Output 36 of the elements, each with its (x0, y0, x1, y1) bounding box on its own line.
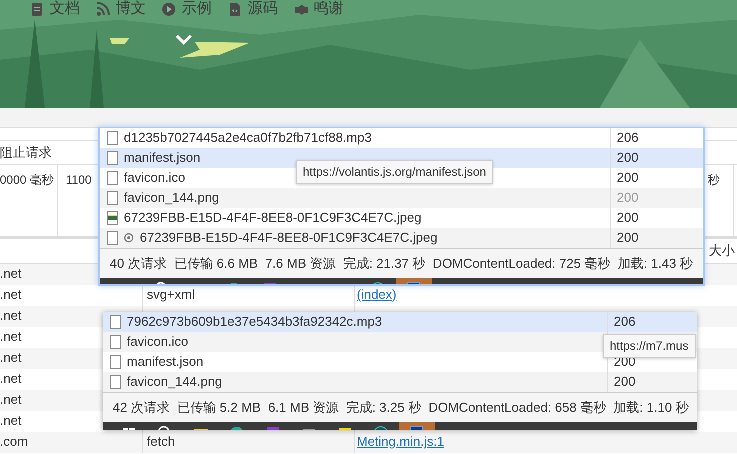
file-name: favicon.ico (127, 333, 188, 352)
status-code: 200 (614, 373, 636, 392)
table-cell: .com (0, 434, 28, 449)
table-cell: fetch (147, 434, 176, 449)
file-name: d1235b7027445a2e4ca0f7b2fb71cf88.mp3 (124, 129, 372, 148)
table-cell: 0000 毫秒 (0, 173, 54, 187)
table-cell: .net (0, 371, 22, 386)
table-cell: .net (0, 413, 22, 428)
file-name: favicon.ico (124, 169, 186, 188)
table-cell: svg+xml (147, 287, 196, 302)
status-code: 206 (614, 313, 636, 332)
table-cell: .net (0, 308, 22, 323)
table-cell: .net (0, 350, 22, 365)
table-cell: .net (0, 392, 22, 407)
table-cell: .net (0, 329, 22, 344)
status-code: 206 (617, 129, 639, 148)
summary-text: 40 次请求 已传输 6.6 MB 7.6 MB 资源 完成: 21.37 秒 DOMContentLoaded: 725 毫秒 加载: 1.43 秒 (110, 254, 694, 273)
summary-text: 42 次请求 已传输 5.2 MB 6.1 MB 资源 完成: 3.25 秒 DOMContentLoaded: 658 毫秒 加载: 1.10 秒 (113, 398, 689, 417)
file-name: 67239FBB-E15D-4F4F-8EE8-0F1C9F3C4E7C.jpeg (124, 209, 422, 228)
table-cell: .net (0, 266, 22, 281)
tooltip: https://volantis.js.org/manifest.json (296, 160, 494, 184)
file-name: manifest.json (127, 353, 204, 372)
file-name: favicon_144.png (127, 373, 222, 392)
status-code: 200 (617, 149, 639, 168)
file-name: manifest.json (124, 149, 201, 168)
table-cell: 1100 (66, 173, 92, 187)
status-code: 200 (617, 209, 639, 228)
status-code: 200 (617, 169, 639, 188)
table-cell: .net (0, 287, 22, 302)
file-name: 67239FBB-E15D-4F4F-8EE8-0F1C9F3C4E7C.jpeg (140, 229, 438, 248)
status-code: 200 (617, 189, 639, 208)
file-name: favicon_144.png (124, 189, 220, 208)
tooltip: https://m7.mus (603, 334, 696, 358)
table-cell: 秒 (708, 173, 720, 187)
status-code: 200 (617, 229, 639, 248)
file-name: 7962c973b609b1e37e5434b3fa92342c.mp3 (127, 313, 382, 332)
